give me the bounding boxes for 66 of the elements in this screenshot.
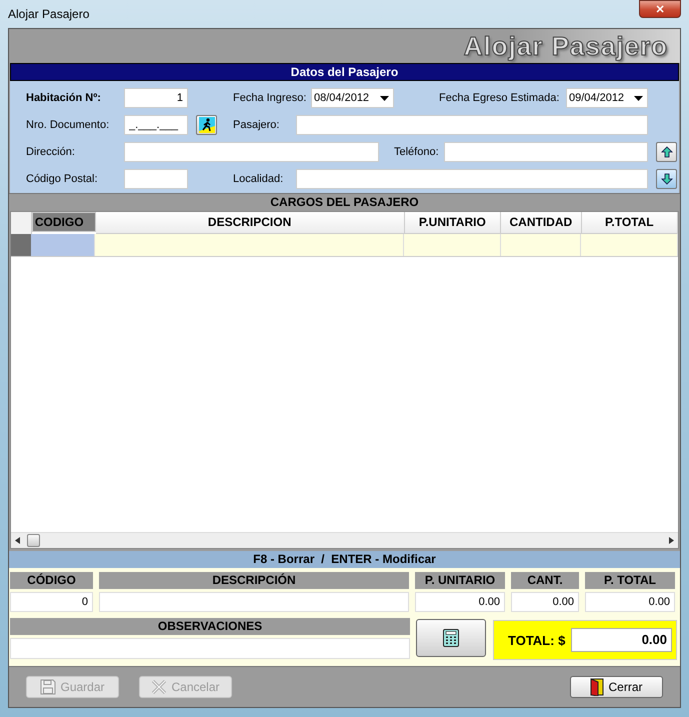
column-label: DESCRIPCIÓN (99, 572, 409, 589)
column-header[interactable]: P.TOTAL (582, 212, 678, 234)
table-corner-cell (11, 212, 32, 234)
field-label: Pasajero: (233, 119, 280, 131)
column-label: CÓDIGO (10, 572, 93, 589)
field-label: Localidad: (233, 173, 284, 185)
column-label: OBSERVACIONES (10, 618, 410, 635)
locality-field[interactable] (296, 169, 648, 189)
horizontal-scrollbar[interactable] (11, 532, 678, 548)
move-up-button[interactable] (656, 142, 677, 162)
walking-person-icon (198, 117, 214, 133)
column-header[interactable]: DESCRIPCION (96, 212, 405, 234)
search-person-button[interactable] (196, 115, 217, 135)
column-label: CANT. (511, 572, 579, 589)
date-dropdown[interactable]: 08/04/2012 (311, 88, 394, 108)
shortcut-hint: F8 - Borrar / ENTER - Modificar (253, 552, 436, 566)
dropdown-arrow-icon (634, 96, 643, 100)
close-button[interactable]: Cerrar (570, 676, 663, 698)
arrow-down-icon (660, 173, 672, 185)
observations-field[interactable] (10, 638, 410, 659)
scroll-left-icon (15, 537, 20, 544)
field-label: Código Postal: (26, 173, 99, 185)
window-title: Alojar Pasajero (8, 7, 90, 21)
cross-icon (151, 679, 168, 695)
table-cell[interactable] (30, 234, 95, 256)
total-field: 0.00 (571, 628, 672, 652)
table-cell[interactable] (500, 234, 582, 256)
address-field[interactable] (124, 142, 379, 162)
field-label: Nro. Documento: (26, 119, 110, 131)
date-dropdown[interactable]: 09/04/2012 (566, 88, 648, 108)
door-icon (590, 678, 604, 696)
calculator-button[interactable] (416, 619, 486, 657)
close-button[interactable]: ✕ (639, 0, 681, 18)
form-title: Alojar Pasajero (464, 30, 668, 62)
column-header[interactable]: CANTIDAD (501, 212, 582, 234)
field-label: Fecha Egreso Estimada: (439, 92, 560, 104)
entry-field[interactable] (99, 592, 409, 612)
table-cell[interactable] (581, 234, 678, 256)
phone-field[interactable] (444, 142, 648, 162)
table-cell[interactable] (404, 234, 501, 256)
column-header[interactable]: P.UNITARIO (404, 212, 502, 234)
passenger-field[interactable] (296, 115, 648, 135)
postal-code-field[interactable] (124, 169, 188, 189)
document-field[interactable]: _.___.___ (124, 115, 188, 135)
field-label: Fecha Ingreso: (233, 92, 308, 104)
field-label: Dirección: (26, 146, 76, 158)
total-label: TOTAL: $ (508, 632, 566, 648)
entry-field[interactable]: 0.00 (585, 592, 675, 612)
entry-field[interactable]: 0 (10, 592, 93, 612)
section-header: Datos del Pasajero (10, 63, 679, 81)
entry-field[interactable]: 0.00 (511, 592, 579, 612)
scroll-thumb[interactable] (27, 534, 40, 547)
field-label: Habitación Nº: (26, 92, 102, 104)
arrow-up-icon (660, 146, 672, 158)
column-label: P. UNITARIO (415, 572, 505, 589)
column-header[interactable]: CODIGO (32, 212, 96, 232)
entry-field[interactable]: 0.00 (415, 592, 505, 612)
row-indicator[interactable] (11, 234, 31, 256)
column-label: P. TOTAL (585, 572, 675, 589)
scroll-right-icon (669, 537, 674, 544)
move-down-button[interactable] (656, 169, 677, 189)
room-field[interactable]: 1 (124, 88, 188, 108)
table-cell[interactable] (94, 234, 404, 256)
field-label: Teléfono: (394, 146, 440, 158)
dropdown-arrow-icon (380, 96, 389, 100)
calculator-icon (443, 629, 459, 647)
